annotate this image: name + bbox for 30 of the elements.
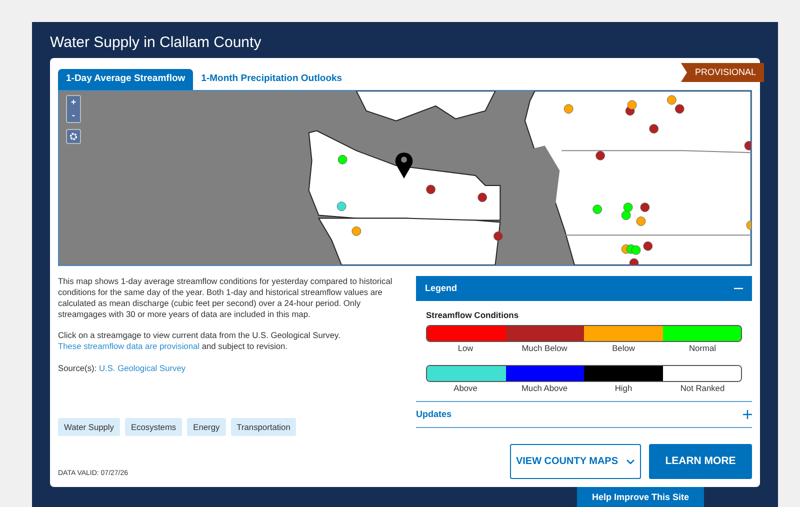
chevron-down-icon (626, 458, 636, 464)
legend-heading: Streamflow Conditions (426, 309, 520, 322)
topic-tag[interactable]: Transportation (230, 418, 296, 436)
updates-header[interactable]: Updates (416, 400, 752, 428)
legend-label: Much Above (521, 382, 568, 395)
legend-label: Below (612, 342, 635, 354)
tab[interactable]: 1-Day Average Streamflow (58, 69, 194, 90)
legend-header[interactable]: Legend (416, 276, 752, 301)
topic-tag[interactable]: Ecosystems (124, 418, 182, 436)
legend-label: Much Below (522, 342, 568, 354)
source-line: Source(s): U.S. Geological Survey (58, 362, 187, 375)
panel-title: Water Supply in Clallam County (50, 33, 262, 53)
source-link[interactable]: U.S. Geological Survey (98, 363, 186, 373)
legend-label: Low (458, 342, 474, 354)
provisional-ribbon: PROVISIONAL (680, 63, 764, 82)
zoom-in-button[interactable]: + (67, 96, 80, 109)
view-county-maps-button[interactable]: VIEW COUNTY MAPS (510, 444, 641, 479)
provisional-note: Click on a streamgage to view current data from the U.S. Geological Survey. These streamflow data are provisional and subject to revision. (58, 330, 342, 352)
legend-label: Normal (689, 342, 716, 354)
legend-label: Above (454, 382, 478, 395)
feedback-button[interactable]: Help Improve This Site (577, 487, 704, 507)
legend-label: Not Ranked (680, 382, 725, 395)
zoom-out-button[interactable]: - (67, 109, 80, 122)
locate-button[interactable] (66, 129, 81, 144)
topic-tag[interactable]: Water Supply (58, 418, 120, 436)
legend-label: High (614, 382, 632, 395)
provisional-link[interactable]: These streamflow data are provisional (58, 341, 200, 351)
description-paragraph: This map shows 1-day average streamflow conditions for yesterday compared to historical conditions for the same day of the year. Both 1-day and historical streamflow values are calculated as mean discharge (cubic feet per second) over a 24-hour period. Only streamgages with 30 or more years of data are included in this map. (58, 276, 394, 320)
learn-more-button[interactable]: LEARN MORE (649, 444, 752, 479)
topic-tag[interactable]: Energy (187, 418, 226, 436)
